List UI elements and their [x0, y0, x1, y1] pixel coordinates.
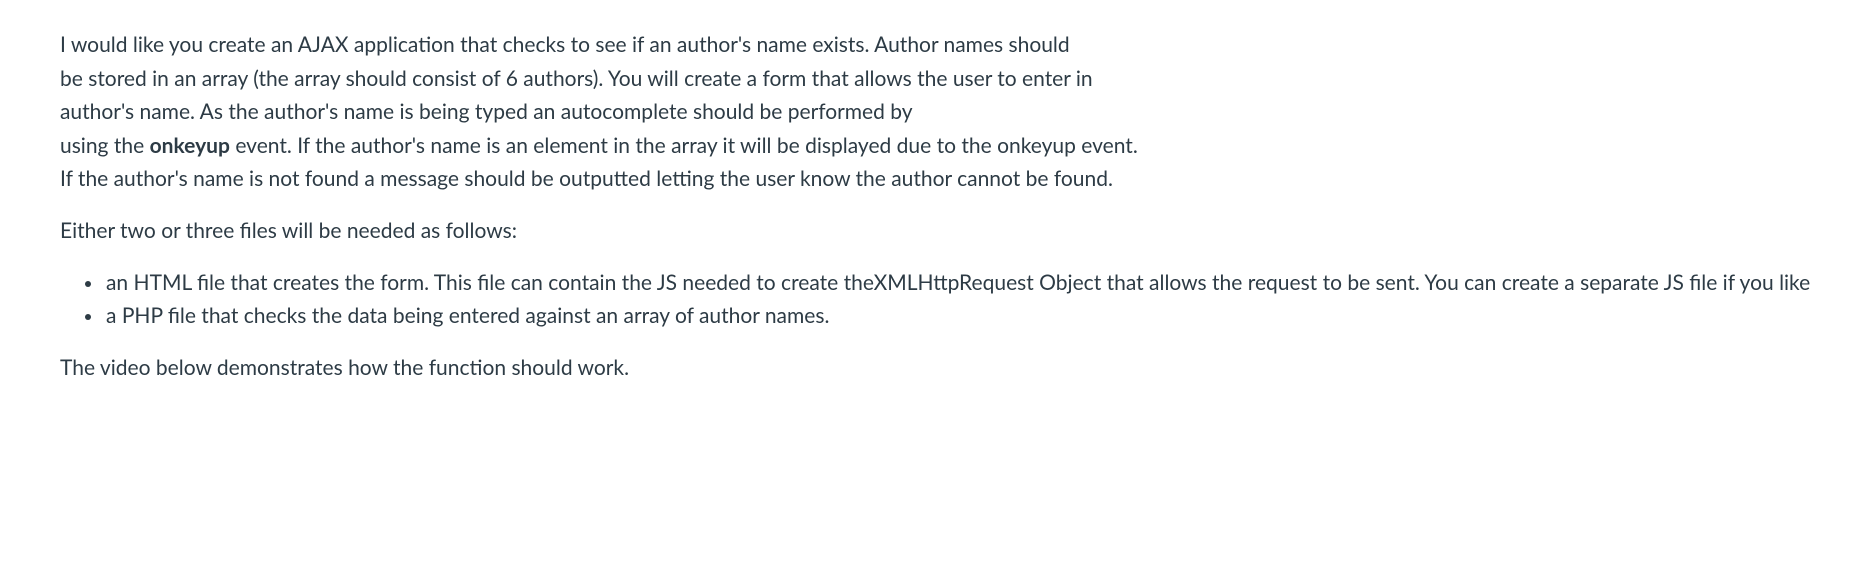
intro-line-1: I would like you create an AJAX applicat…: [60, 32, 1070, 57]
outro-paragraph: The video below demonstrates how the fun…: [60, 351, 1816, 385]
list-item: an HTML file that creates the form. This…: [104, 266, 1816, 300]
intro-line-2: be stored in an array (the array should …: [60, 66, 1093, 91]
intro-paragraph: I would like you create an AJAX applicat…: [60, 28, 1816, 196]
list-item: a PHP file that checks the data being en…: [104, 299, 1816, 333]
intro-line-3: author's name. As the author's name is b…: [60, 99, 913, 124]
intro-line-4b: event. If the author's name is an elemen…: [230, 133, 1138, 158]
intro-line-5: If the author's name is not found a mess…: [60, 166, 1113, 191]
intro-bold-onkeyup: onkeyup: [150, 133, 230, 158]
intro-line-4a: using the: [60, 133, 150, 158]
files-intro-paragraph: Either two or three files will be needed…: [60, 214, 1816, 248]
files-list: an HTML file that creates the form. This…: [60, 266, 1816, 333]
document-body: I would like you create an AJAX applicat…: [0, 0, 1876, 422]
